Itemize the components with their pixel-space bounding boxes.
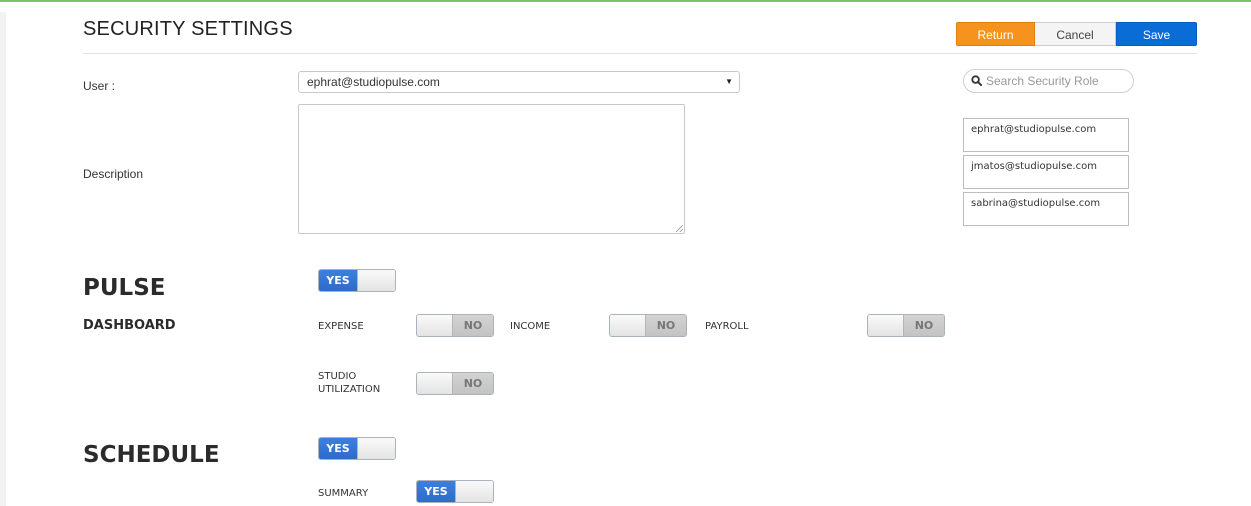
summary-label: SUMMARY bbox=[318, 488, 369, 499]
dropdown-arrow-icon: ▼ bbox=[725, 77, 733, 86]
cancel-button[interactable]: Cancel bbox=[1035, 22, 1116, 46]
studio-utilization-label-line1: STUDIO bbox=[318, 371, 357, 382]
summary-toggle[interactable]: YES bbox=[416, 480, 494, 503]
toggle-knob bbox=[455, 481, 493, 502]
income-label: INCOME bbox=[510, 321, 551, 332]
resize-grip-icon[interactable] bbox=[676, 225, 683, 232]
subsection-title-dashboard: DASHBOARD bbox=[83, 318, 176, 333]
user-label: User : bbox=[83, 79, 116, 93]
toggle-knob bbox=[357, 438, 395, 459]
description-textarea[interactable] bbox=[298, 104, 685, 234]
toggle-knob bbox=[417, 373, 453, 394]
role-item[interactable]: ephrat@studiopulse.com bbox=[963, 118, 1129, 152]
toggle-knob bbox=[868, 315, 904, 336]
toggle-knob bbox=[417, 315, 453, 336]
title-divider bbox=[83, 53, 1197, 54]
search-placeholder: Search Security Role bbox=[986, 74, 1099, 88]
pulse-toggle[interactable]: YES bbox=[318, 269, 396, 292]
search-icon bbox=[971, 75, 982, 86]
studio-utilization-label-line2: UTILIZATION bbox=[318, 384, 381, 395]
user-select[interactable]: ephrat@studiopulse.com ▼ bbox=[298, 71, 740, 93]
toggle-off-label: NO bbox=[453, 315, 493, 336]
left-edge-bar bbox=[0, 12, 6, 506]
page-title: SECURITY SETTINGS bbox=[83, 18, 293, 40]
section-title-schedule: SCHEDULE bbox=[83, 442, 220, 468]
studio-utilization-toggle[interactable]: NO bbox=[416, 372, 494, 395]
payroll-toggle[interactable]: NO bbox=[867, 314, 945, 337]
income-toggle[interactable]: NO bbox=[609, 314, 687, 337]
section-title-pulse: PULSE bbox=[83, 275, 166, 301]
toggle-off-label: NO bbox=[453, 373, 493, 394]
user-select-value: ephrat@studiopulse.com bbox=[307, 75, 440, 89]
expense-toggle[interactable]: NO bbox=[416, 314, 494, 337]
toggle-knob bbox=[610, 315, 646, 336]
top-accent-line bbox=[0, 0, 1251, 2]
save-button[interactable]: Save bbox=[1116, 22, 1197, 46]
expense-label: EXPENSE bbox=[318, 321, 364, 332]
role-item[interactable]: jmatos@studiopulse.com bbox=[963, 155, 1129, 189]
toggle-knob bbox=[357, 270, 395, 291]
toggle-off-label: NO bbox=[646, 315, 686, 336]
studio-utilization-label: STUDIO UTILIZATION bbox=[318, 370, 380, 396]
toggle-on-label: YES bbox=[319, 438, 357, 459]
search-security-role-input[interactable]: Search Security Role bbox=[963, 69, 1134, 93]
payroll-label: PAYROLL bbox=[705, 321, 749, 332]
role-item[interactable]: sabrina@studiopulse.com bbox=[963, 192, 1129, 226]
return-button[interactable]: Return bbox=[956, 22, 1035, 46]
schedule-toggle[interactable]: YES bbox=[318, 437, 396, 460]
toggle-on-label: YES bbox=[319, 270, 357, 291]
toggle-on-label: YES bbox=[417, 481, 455, 502]
description-label: Description bbox=[83, 167, 144, 181]
toggle-off-label: NO bbox=[904, 315, 944, 336]
